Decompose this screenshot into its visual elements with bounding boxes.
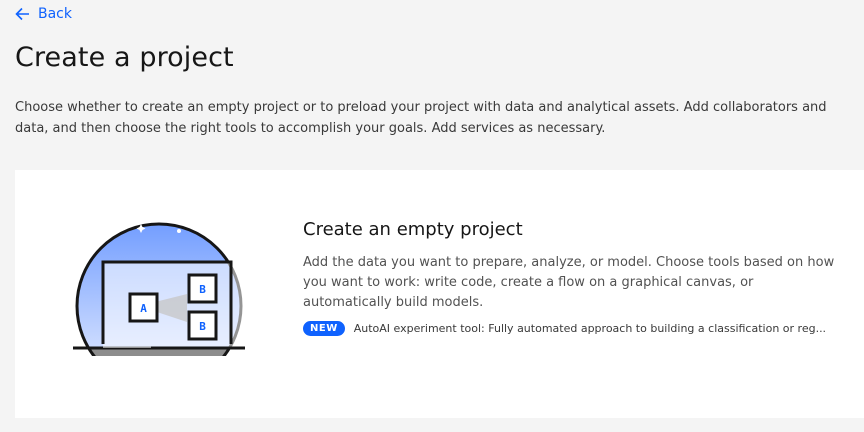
card-title: Create an empty project: [303, 219, 523, 240]
illustration-box-b-top: B: [199, 283, 206, 296]
page-description: Choose whether to create an empty projec…: [15, 100, 827, 136]
back-link[interactable]: Back: [14, 6, 72, 22]
new-feature-text: AutoAI experiment tool: Fully automated …: [353, 322, 827, 335]
page-title: Create a project: [15, 42, 234, 73]
new-badge: NEW: [303, 321, 345, 336]
empty-project-illustration: A B B: [73, 222, 245, 356]
illustration-box-a: A: [140, 302, 147, 315]
arrow-left-icon: [15, 7, 29, 21]
new-feature-row: NEW AutoAI experiment tool: Fully automa…: [303, 321, 826, 336]
card-description: Add the data you want to prepare, analyz…: [303, 255, 835, 310]
back-label: Back: [38, 6, 72, 22]
create-empty-project-card[interactable]: A B B Create an empty project Add the da…: [15, 170, 864, 418]
illustration-box-b-bottom: B: [199, 320, 206, 333]
